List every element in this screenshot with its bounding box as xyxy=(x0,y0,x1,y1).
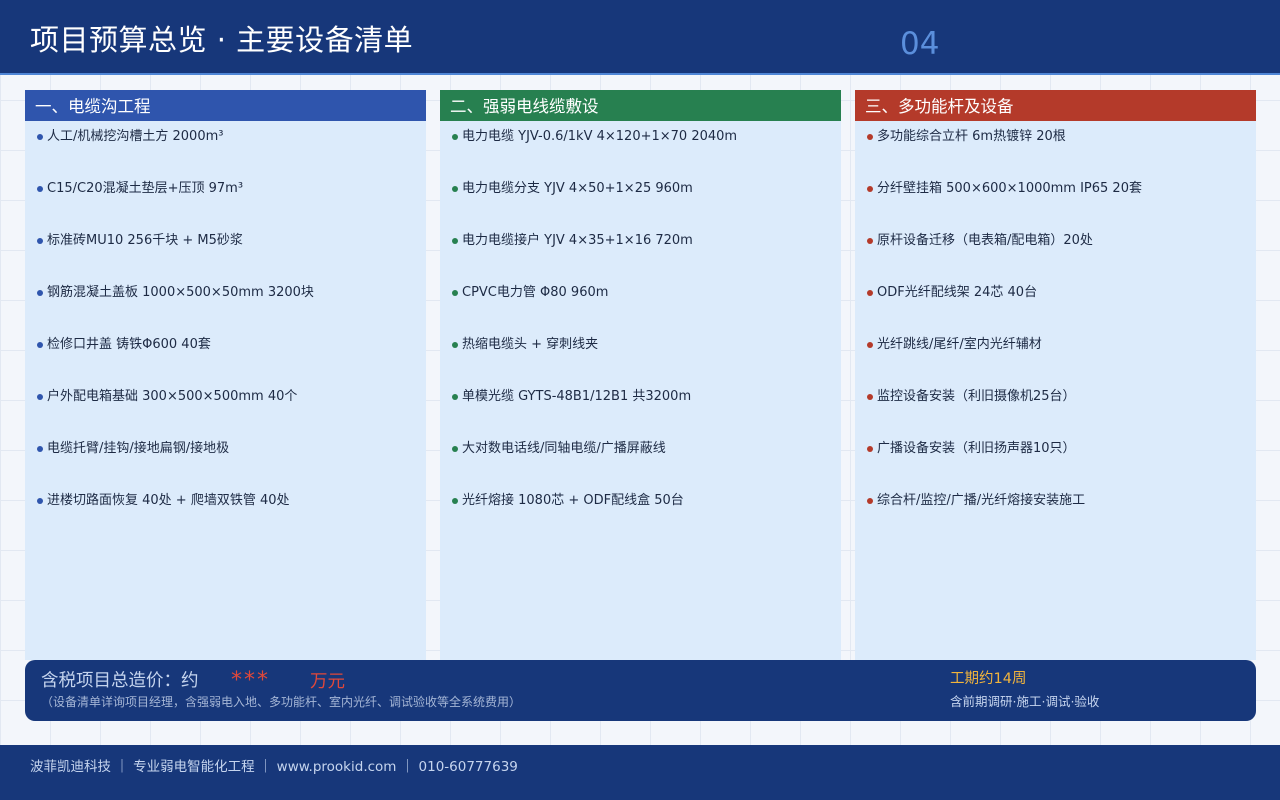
list-item: 电力电缆分支 YJV 4×50+1×25 960m xyxy=(452,173,841,225)
bullet-icon xyxy=(37,446,43,452)
page-number: 04 xyxy=(900,26,940,62)
list-item: ODF光纤配线架 24芯 40台 xyxy=(867,277,1256,329)
bullet-icon xyxy=(452,446,458,452)
bullet-icon xyxy=(867,238,873,244)
list-item: 电力电缆 YJV-0.6/1kV 4×120+1×70 2040m xyxy=(452,121,841,173)
list-item-text: 光纤跳线/尾纤/室内光纤辅材 xyxy=(877,337,1042,352)
bullet-icon xyxy=(37,498,43,504)
list-item-text: 多功能综合立杆 6m热镀锌 20根 xyxy=(877,129,1066,144)
list-item: 钢筋混凝土盖板 1000×500×50mm 3200块 xyxy=(37,277,426,329)
list-item-text: 电缆托臂/挂钩/接地扁钢/接地极 xyxy=(47,441,230,456)
panel-cable-laying: 二、强弱电线缆敷设 电力电缆 YJV-0.6/1kV 4×120+1×70 20… xyxy=(440,90,841,660)
list-item: 光纤跳线/尾纤/室内光纤辅材 xyxy=(867,329,1256,381)
footer-company-info: 波菲凯迪科技 ｜ 专业弱电智能化工程 ｜ www.prookid.com ｜ 0… xyxy=(30,759,518,775)
list-item-text: 原杆设备迁移（电表箱/配电箱）20处 xyxy=(877,233,1093,248)
bullet-icon xyxy=(867,342,873,348)
bullet-icon xyxy=(867,446,873,452)
list-item-text: 电力电缆 YJV-0.6/1kV 4×120+1×70 2040m xyxy=(462,129,738,144)
list-item-text: 单模光缆 GYTS-48B1/12B1 共3200m xyxy=(462,389,692,404)
list-item-text: 钢筋混凝土盖板 1000×500×50mm 3200块 xyxy=(47,285,314,300)
bullet-icon xyxy=(452,290,458,296)
list-item-text: 光纤熔接 1080芯 + ODF配线盒 50台 xyxy=(462,493,684,508)
list-item-text: 人工/机械挖沟槽土方 2000m³ xyxy=(47,129,224,144)
list-item-text: 检修口井盖 铸铁Φ600 40套 xyxy=(47,337,211,352)
bullet-icon xyxy=(37,290,43,296)
bullet-icon xyxy=(452,186,458,192)
list-item-text: 大对数电话线/同轴电缆/广播屏蔽线 xyxy=(462,441,666,456)
bullet-icon xyxy=(452,342,458,348)
project-period: 工期约14周 xyxy=(950,671,1027,687)
list-item: 人工/机械挖沟槽土方 2000m³ xyxy=(37,121,426,173)
list-item-text: CPVC电力管 Φ80 960m xyxy=(462,285,609,300)
panel-smart-poles: 三、多功能杆及设备 多功能综合立杆 6m热镀锌 20根 分纤壁挂箱 500×60… xyxy=(855,90,1256,660)
list-item-text: 户外配电箱基础 300×500×500mm 40个 xyxy=(47,389,298,404)
list-item: 检修口井盖 铸铁Φ600 40套 xyxy=(37,329,426,381)
list-item-text: C15/C20混凝土垫层+压顶 97m³ xyxy=(47,181,244,196)
bullet-icon xyxy=(867,290,873,296)
bullet-icon xyxy=(452,134,458,140)
list-item-text: 综合杆/监控/广播/光纤熔接安装施工 xyxy=(877,493,1086,508)
list-item-text: 电力电缆分支 YJV 4×50+1×25 960m xyxy=(462,181,693,196)
bullet-icon xyxy=(867,498,873,504)
list-item: 广播设备安装（利旧扬声器10只） xyxy=(867,433,1256,485)
bullet-icon xyxy=(37,394,43,400)
list-item: 单模光缆 GYTS-48B1/12B1 共3200m xyxy=(452,381,841,433)
item-list: 人工/机械挖沟槽土方 2000m³ C15/C20混凝土垫层+压顶 97m³ 标… xyxy=(25,121,426,537)
bullet-icon xyxy=(452,238,458,244)
list-item-text: 电力电缆接户 YJV 4×35+1×16 720m xyxy=(462,233,693,248)
list-item-text: 进楼切路面恢复 40处 + 爬墙双铁管 40处 xyxy=(47,493,290,508)
page-title: 项目预算总览 · 主要设备清单 xyxy=(30,23,414,57)
list-item: 多功能综合立杆 6m热镀锌 20根 xyxy=(867,121,1256,173)
header-bar: 项目预算总览 · 主要设备清单 04 xyxy=(0,0,1280,75)
list-item: 进楼切路面恢复 40处 + 爬墙双铁管 40处 xyxy=(37,485,426,537)
list-item: 原杆设备迁移（电表箱/配电箱）20处 xyxy=(867,225,1256,277)
project-period-note: 含前期调研·施工·调试·验收 xyxy=(950,694,1100,709)
item-list: 电力电缆 YJV-0.6/1kV 4×120+1×70 2040m 电力电缆分支… xyxy=(440,121,841,537)
list-item: 电力电缆接户 YJV 4×35+1×16 720m xyxy=(452,225,841,277)
list-item: 综合杆/监控/广播/光纤熔接安装施工 xyxy=(867,485,1256,537)
list-item: 分纤壁挂箱 500×600×1000mm IP65 20套 xyxy=(867,173,1256,225)
panel-title: 二、强弱电线缆敷设 xyxy=(440,90,841,121)
panel-cable-trench: 一、电缆沟工程 人工/机械挖沟槽土方 2000m³ C15/C20混凝土垫层+压… xyxy=(25,90,426,660)
total-cost-label: 含税项目总造价：约 xyxy=(41,671,199,691)
cost-summary-bar: 含税项目总造价：约 *** 万元 （设备清单详询项目经理，含强弱电入地、多功能杆… xyxy=(25,660,1256,721)
bullet-icon xyxy=(37,238,43,244)
list-item: 热缩电缆头 + 穿刺线夹 xyxy=(452,329,841,381)
list-item: 大对数电话线/同轴电缆/广播屏蔽线 xyxy=(452,433,841,485)
total-cost-unit: 万元 xyxy=(310,672,345,692)
list-item-text: 监控设备安装（利旧摄像机25台） xyxy=(877,389,1076,404)
list-item-text: 广播设备安装（利旧扬声器10只） xyxy=(877,441,1076,456)
list-item: C15/C20混凝土垫层+压顶 97m³ xyxy=(37,173,426,225)
list-item: 监控设备安装（利旧摄像机25台） xyxy=(867,381,1256,433)
panel-title: 三、多功能杆及设备 xyxy=(855,90,1256,121)
footer-bar: 波菲凯迪科技 ｜ 专业弱电智能化工程 ｜ www.prookid.com ｜ 0… xyxy=(0,745,1280,800)
panel-title: 一、电缆沟工程 xyxy=(25,90,426,121)
item-list: 多功能综合立杆 6m热镀锌 20根 分纤壁挂箱 500×600×1000mm I… xyxy=(855,121,1256,537)
list-item: 光纤熔接 1080芯 + ODF配线盒 50台 xyxy=(452,485,841,537)
bullet-icon xyxy=(867,186,873,192)
bullet-icon xyxy=(37,186,43,192)
total-cost-value: *** xyxy=(231,668,270,693)
bullet-icon xyxy=(452,498,458,504)
bullet-icon xyxy=(867,394,873,400)
bullet-icon xyxy=(37,134,43,140)
list-item-text: 分纤壁挂箱 500×600×1000mm IP65 20套 xyxy=(877,181,1142,196)
list-item: 电缆托臂/挂钩/接地扁钢/接地极 xyxy=(37,433,426,485)
list-item-text: 标准砖MU10 256千块 + M5砂浆 xyxy=(47,233,243,248)
bullet-icon xyxy=(37,342,43,348)
list-item-text: 热缩电缆头 + 穿刺线夹 xyxy=(462,337,599,352)
list-item: 户外配电箱基础 300×500×500mm 40个 xyxy=(37,381,426,433)
bullet-icon xyxy=(452,394,458,400)
list-item: CPVC电力管 Φ80 960m xyxy=(452,277,841,329)
list-item-text: ODF光纤配线架 24芯 40台 xyxy=(877,285,1038,300)
list-item: 标准砖MU10 256千块 + M5砂浆 xyxy=(37,225,426,277)
cost-note: （设备清单详询项目经理，含强弱电入地、多功能杆、室内光纤、调试验收等全系统费用） xyxy=(41,695,522,709)
bullet-icon xyxy=(867,134,873,140)
